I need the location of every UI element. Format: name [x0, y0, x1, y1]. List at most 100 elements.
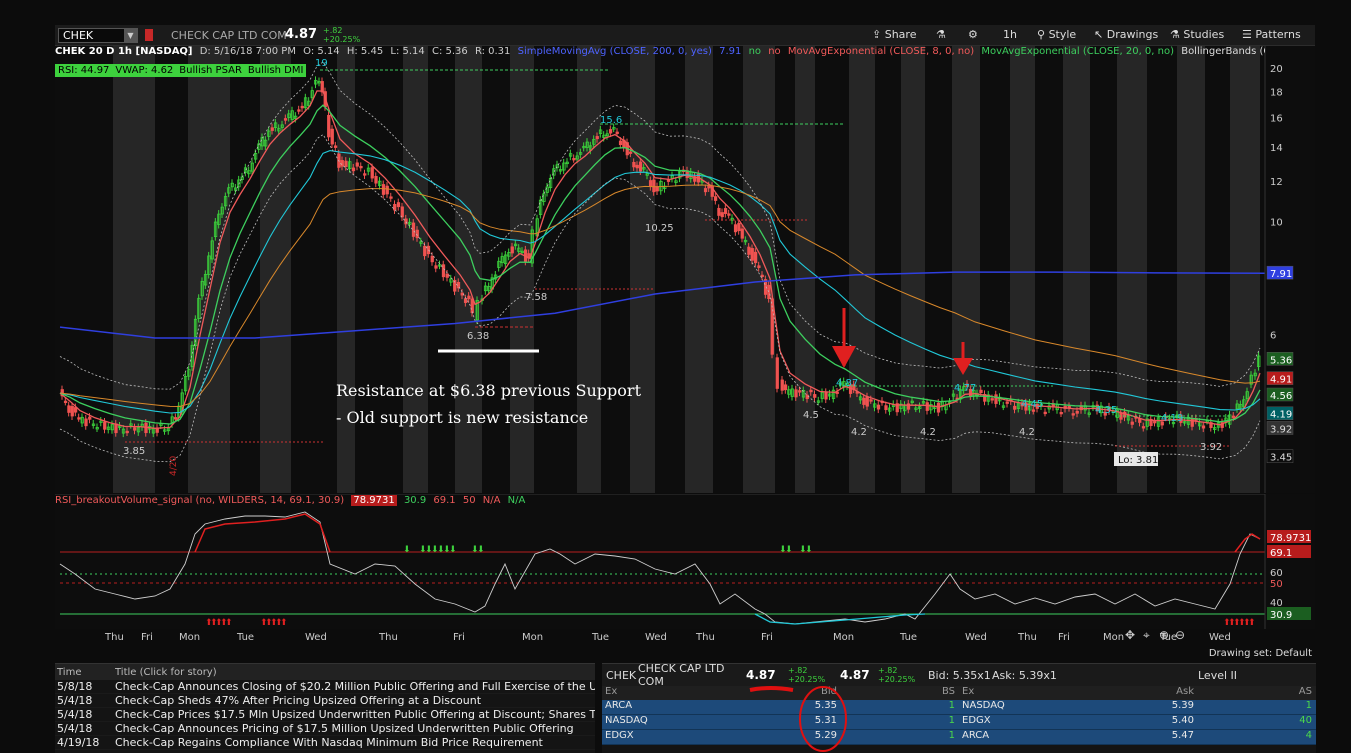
bollinger-study-label[interactable]: BollingerBands (CLOSE, 0, 20, -2.0, 2.0,…: [1181, 46, 1265, 57]
session-shade: [795, 46, 815, 493]
drawings-label: Drawings: [1106, 28, 1159, 41]
price-change-pct: +20.25%: [323, 35, 361, 44]
price-label: 3.92: [1200, 442, 1222, 453]
l2-row[interactable]: EDGX 5.29 1 ARCA 5.47 4: [602, 730, 1316, 745]
news-row[interactable]: 4/19/18 Check-Cap Regains Compliance With…: [55, 736, 595, 750]
study-flag-1: no: [748, 46, 762, 57]
day-label: Fri: [761, 632, 773, 643]
session-shade: [952, 46, 980, 493]
candle-body: [396, 202, 401, 208]
l2-row[interactable]: NASDAQ 5.31 1 EDGX 5.40 40: [602, 715, 1316, 730]
candle-body: [344, 160, 348, 167]
news-row[interactable]: 5/4/18 Check-Cap Sheds 47% After Pricing …: [55, 694, 595, 708]
candle-body: [780, 379, 784, 391]
candle-body: [767, 284, 771, 300]
interval-button[interactable]: 1h: [1003, 28, 1017, 41]
pan-icon[interactable]: ✥: [1125, 629, 1135, 642]
style-button[interactable]: ⚲ Style: [1037, 28, 1076, 41]
news-col-title[interactable]: Title (Click for story): [115, 667, 595, 678]
l2-col-bs[interactable]: BS: [842, 686, 959, 700]
candle-body: [73, 407, 78, 413]
candle-body: [753, 251, 758, 264]
candle-body: [363, 173, 367, 176]
l2-company: CHECK CAP LTD COM: [638, 662, 725, 688]
l2-row[interactable]: ARCA 5.35 1 NASDAQ 5.39 1: [602, 700, 1316, 715]
candle-body: [103, 421, 107, 430]
news-col-time[interactable]: Time: [55, 667, 115, 678]
candle-body: [618, 140, 623, 146]
drawing-set-label[interactable]: Drawing set: Default: [1209, 648, 1312, 659]
zoom-in-icon[interactable]: ⊕: [1159, 629, 1169, 642]
candle-body: [608, 129, 613, 134]
chevron-down-icon[interactable]: ▼: [124, 29, 137, 42]
price-badge-label: 3.45: [1270, 453, 1292, 464]
candle-body: [727, 213, 731, 216]
indicator-na-1: N/A: [482, 495, 501, 506]
candle-body: [615, 131, 619, 134]
style-label: Style: [1048, 28, 1077, 41]
l2-col-ask[interactable]: Ask: [1079, 686, 1199, 700]
indicator-chart[interactable]: ⬇ ⬇⬇⬇⬇⬇⬇ ⬇⬇ ⬇⬇ ⬇⬇⬆⬆⬆⬆⬆ ⬆⬆⬆⬆⬆ ⬆⬆⬆⬆⬆⬆ 406078.973…: [55, 494, 1315, 629]
price-label: 6.38: [467, 331, 489, 342]
candle-body: [1059, 411, 1063, 415]
candle-body: [1130, 421, 1134, 425]
candle-body: [733, 224, 738, 233]
candle-body: [327, 114, 331, 138]
candle-body: [648, 180, 653, 187]
drawings-button[interactable]: ↖ Drawings: [1094, 28, 1158, 41]
annotation-circle: [749, 686, 847, 752]
sma-study-label[interactable]: SimpleMovingAvg (CLOSE, 200, 0, yes): [518, 46, 712, 57]
candle-body: [813, 394, 817, 398]
studies-button[interactable]: ⚗ Studies: [1170, 28, 1224, 41]
crosshair-icon[interactable]: ⌖: [1143, 629, 1150, 642]
candle-body: [1141, 426, 1146, 429]
symbol-input[interactable]: CHEK ▼: [58, 28, 138, 43]
flag-icon[interactable]: [145, 29, 153, 41]
indicator-badge-label: 78.9731: [1270, 533, 1311, 544]
price-label: 10.25: [645, 223, 674, 234]
day-label: Mon: [179, 632, 200, 643]
ema20-study-label[interactable]: MovAvgExponential (CLOSE, 20, 0, no): [981, 46, 1174, 57]
candle-body: [70, 406, 74, 417]
zoom-out-icon[interactable]: ⊖: [1175, 629, 1185, 642]
gear-icon[interactable]: ⚙: [968, 28, 978, 41]
flask-studies-icon: ⚗: [1170, 28, 1180, 41]
indicator-name[interactable]: RSI_breakoutVolume_signal (no, WILDERS, …: [55, 495, 344, 506]
ema8-study-label[interactable]: MovAvgExponential (CLOSE, 8, 0, no): [788, 46, 974, 57]
style-icon: ⚲: [1037, 28, 1046, 41]
price-label: 4.19: [1161, 413, 1183, 424]
day-label: Wed: [965, 632, 987, 643]
l2-col-ex[interactable]: Ex: [602, 686, 722, 700]
l2-bid-exchange: EDGX: [605, 730, 634, 741]
candle-body: [381, 184, 386, 195]
patterns-button[interactable]: ☰ Patterns: [1242, 28, 1301, 41]
candle-body: [737, 222, 741, 232]
price-tick: 10: [1270, 217, 1283, 228]
price-badge-label: 3.92: [1270, 424, 1292, 435]
flask-icon[interactable]: ⚗: [936, 28, 946, 41]
candle-body: [869, 399, 873, 402]
l2-ask-exchange: NASDAQ: [962, 700, 1005, 711]
price-label: 4.45: [1021, 399, 1043, 410]
news-title: Check-Cap Regains Compliance With Nasdaq…: [115, 736, 543, 749]
l2-col-ex-ask[interactable]: Ex: [959, 686, 1079, 700]
day-label: Thu: [104, 632, 124, 643]
date-marker: 4/20: [169, 456, 179, 476]
indicator-low: 30.9: [403, 495, 427, 506]
price-badge-label: 4.91: [1270, 375, 1292, 386]
day-label: Fri: [453, 632, 465, 643]
candle-body: [809, 389, 813, 393]
price-label: 15.6: [600, 115, 622, 126]
news-row[interactable]: 5/4/18 Check-Cap Announces Pricing of $17…: [55, 722, 595, 736]
l2-bid-exchange: NASDAQ: [605, 715, 648, 726]
candle-body: [463, 298, 468, 303]
price-chart[interactable]: 20 18 16 14 12 10 6 7.91 5.36 4.91 4.56 4.19 3.92 3.4…: [55, 46, 1315, 493]
candle-body: [63, 400, 68, 404]
news-row[interactable]: 5/8/18 Check-Cap Announces Closing of $20…: [55, 680, 595, 694]
l2-col-as[interactable]: AS: [1199, 686, 1316, 700]
candle-body: [635, 164, 639, 169]
share-button[interactable]: ⇪ Share: [872, 28, 916, 41]
news-row[interactable]: 5/4/18 Check-Cap Prices $17.5 Mln Upsized…: [55, 708, 595, 722]
day-label: Thu: [378, 632, 398, 643]
candle-body: [1231, 415, 1236, 418]
